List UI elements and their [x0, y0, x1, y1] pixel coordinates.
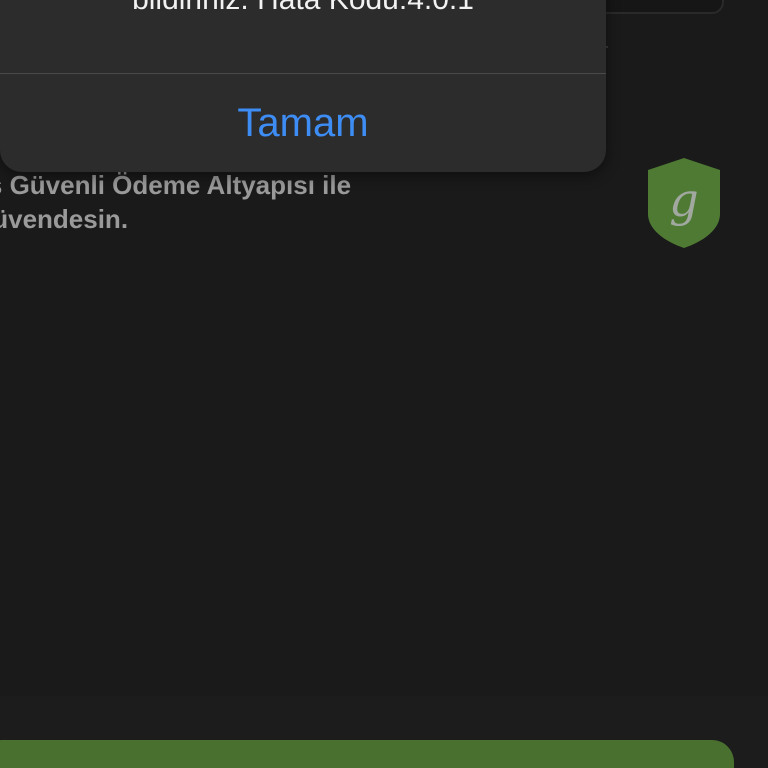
secure-payment-line-2: Güvendesin.	[0, 204, 129, 234]
secure-payment-line-1: ps Güvenli Ödeme Altyapısı ile	[0, 170, 352, 200]
alert-dialog: bildiriniz. Hata Kodu:4.0.1 Tamam	[0, 0, 606, 172]
payment-screen: ps Güvenli Ödeme Altyapısı ile Güvendesi…	[0, 0, 768, 768]
secure-payment-notice: ps Güvenli Ödeme Altyapısı ile Güvendesi…	[0, 168, 532, 236]
alert-ok-button[interactable]: Tamam	[0, 74, 606, 172]
shield-g-logo-icon: g	[648, 158, 720, 248]
alert-message: bildiriniz. Hata Kodu:4.0.1	[0, 0, 606, 18]
pay-button[interactable]	[0, 740, 734, 768]
shield-letter: g	[669, 173, 698, 227]
